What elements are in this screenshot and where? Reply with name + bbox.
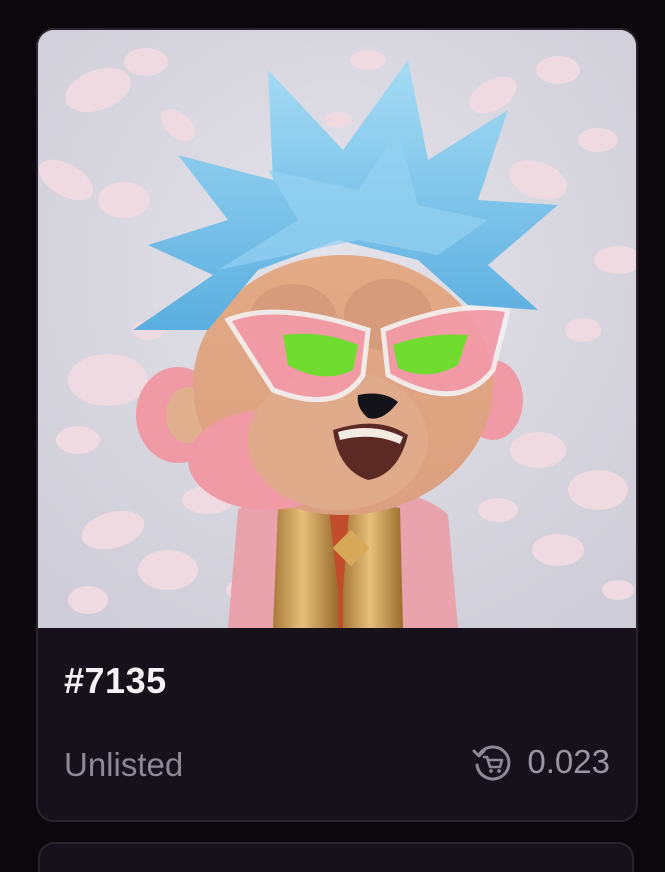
last-sale-price: 0.023 bbox=[471, 740, 610, 784]
nft-card[interactable]: #7135 Unlisted 0.023 bbox=[36, 28, 638, 822]
monkey-avatar-illustration bbox=[38, 30, 636, 628]
cart-refresh-icon bbox=[472, 745, 511, 781]
card-info: #7135 Unlisted 0.023 bbox=[38, 628, 636, 820]
price-value: 0.023 bbox=[527, 743, 610, 780]
token-id-title: #7135 bbox=[64, 660, 167, 701]
listing-status: Unlisted bbox=[64, 746, 184, 783]
nft-artwork[interactable] bbox=[38, 30, 636, 628]
next-card-edge[interactable] bbox=[38, 842, 634, 872]
